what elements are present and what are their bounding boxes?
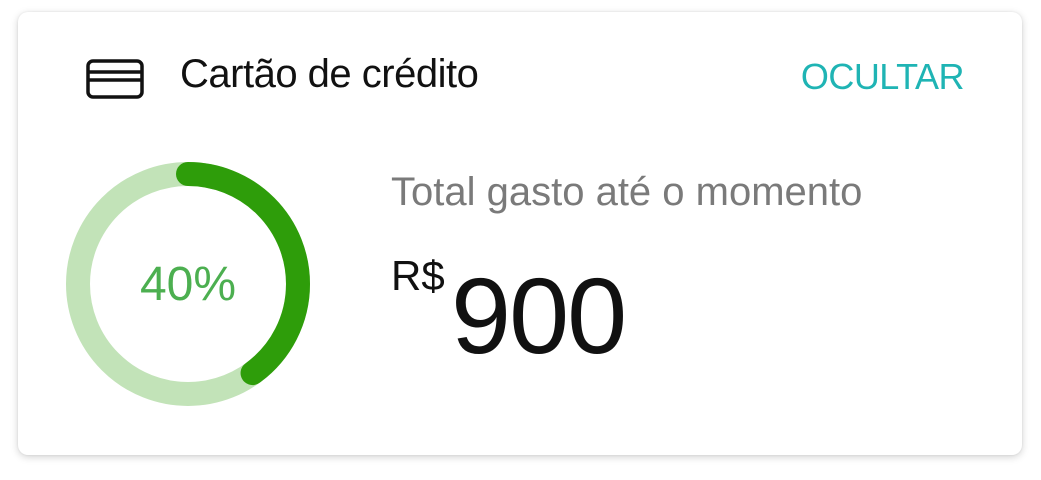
total-spent-amount: 900 bbox=[451, 255, 627, 376]
total-spent-label: Total gasto até o momento bbox=[391, 170, 863, 214]
currency-symbol: R$ bbox=[391, 252, 445, 299]
credit-card-widget: Cartão de crédito OCULTAR 40% Total gast… bbox=[18, 12, 1022, 455]
credit-card-icon bbox=[86, 59, 144, 99]
progress-percent-label: 40% bbox=[139, 257, 237, 311]
hide-button[interactable]: OCULTAR bbox=[801, 56, 965, 98]
card-title: Cartão de crédito bbox=[180, 52, 479, 96]
